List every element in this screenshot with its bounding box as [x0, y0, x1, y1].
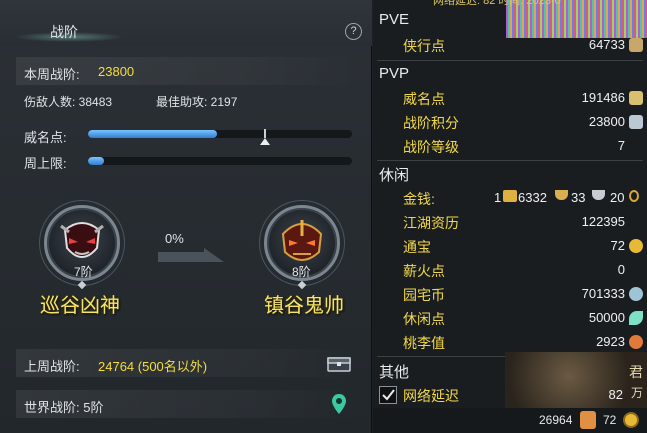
- boot-icon[interactable]: [580, 411, 596, 429]
- bottom-value-2: 72: [603, 413, 617, 427]
- leisure-row: 通宝 72: [377, 234, 645, 258]
- money-label: 金钱:: [403, 191, 435, 207]
- gold-boat-icon: [555, 190, 568, 200]
- rank-panel: 战阶 ? 本周战阶: 23800 伤敌人数: 38483 最佳助攻: 2197 …: [0, 0, 372, 433]
- background-artwork: 君 万: [505, 352, 647, 412]
- leisure-value: 122395: [581, 214, 625, 229]
- pvp-label: 战阶等级: [403, 139, 459, 155]
- prestige-limit-marker: [260, 129, 270, 145]
- pvp-row-level: 战阶等级 7: [377, 134, 645, 158]
- weekly-limit-bar-fill: [88, 157, 104, 165]
- pvp-row-points: 战阶积分 23800: [377, 110, 645, 134]
- sword-icon: [629, 38, 643, 52]
- pvp-label: 威名点: [403, 91, 445, 107]
- bottom-value-1: 26964: [539, 413, 573, 427]
- crest-icon: [629, 115, 643, 129]
- leisure-label: 江湖资历: [403, 215, 459, 231]
- divider: [377, 160, 643, 161]
- divider: [377, 60, 643, 61]
- weekly-limit-label: 周上限:: [24, 156, 67, 171]
- pve-value: 64733: [588, 37, 625, 52]
- pvp-header: PVP: [379, 65, 410, 82]
- checkmark-icon: [382, 389, 395, 401]
- prestige-bar: [88, 130, 352, 138]
- chest-icon[interactable]: [327, 355, 351, 372]
- latency-checkbox[interactable]: [379, 386, 397, 404]
- other-header: 其他: [379, 364, 410, 381]
- pvp-label: 战阶积分: [403, 115, 459, 131]
- location-pin-icon[interactable]: [332, 394, 346, 414]
- copper-coin-icon: [629, 190, 639, 202]
- swirl-coin-icon: [629, 287, 643, 301]
- leisure-value: 0: [617, 262, 625, 277]
- leisure-row: 薪火点 0: [377, 258, 645, 282]
- coin-icon: [629, 239, 643, 253]
- latency-label: 网络延迟: [403, 388, 459, 404]
- current-rank-name: 巡谷凶神: [40, 295, 120, 317]
- top-status-text: 网络延迟: 82 时间: 2023-0: [433, 0, 561, 7]
- leisure-value: 50000: [588, 310, 625, 325]
- leisure-value: 701333: [581, 286, 625, 301]
- leisure-row: 桃李值 2923: [377, 330, 645, 354]
- weekly-rank-row: 本周战阶: 23800: [16, 57, 358, 85]
- help-icon[interactable]: ?: [345, 23, 362, 40]
- best-assist-stat: 最佳助攻: 2197: [156, 95, 238, 109]
- currency-sidebar: 网络延迟: 82 时间: 2023-0 PVE 侠行点 64733 PVP 威名…: [373, 0, 647, 433]
- pve-row-xiaxing: 侠行点 64733: [377, 33, 645, 57]
- arrow-right-icon: [158, 248, 224, 262]
- bottom-status-bar: 26964 72: [373, 408, 647, 433]
- rank-progress-percent: 0%: [165, 231, 184, 246]
- ingot-count: 1: [494, 190, 502, 205]
- last-week-label: 上周战阶:: [24, 359, 80, 374]
- weekly-limit-bar: [88, 157, 352, 165]
- leisure-label: 薪火点: [403, 263, 445, 279]
- latency-value: 82: [608, 387, 623, 402]
- pvp-value: 7: [617, 138, 625, 153]
- leisure-value: 2923: [596, 334, 625, 349]
- weekly-rank-label: 本周战阶:: [24, 67, 80, 82]
- copper-amount: 20: [610, 190, 625, 205]
- gold-ingot-icon: [503, 190, 517, 202]
- next-rank-name: 镇谷鬼帅: [264, 295, 344, 317]
- leisure-label: 桃李值: [403, 335, 445, 351]
- money-row: 金钱: 1 6332 33 20: [377, 186, 645, 210]
- leisure-header: 休闲: [379, 167, 410, 184]
- pvp-row-prestige: 威名点 191486: [377, 86, 645, 110]
- gourd-icon: [629, 335, 643, 349]
- mask-icon: [629, 91, 643, 105]
- leisure-row: 休闲点 50000: [377, 306, 645, 330]
- world-rank-row: 世界战阶: 5阶: [16, 390, 358, 418]
- pve-header: PVE: [379, 11, 410, 28]
- coin-icon[interactable]: [623, 412, 639, 428]
- leisure-label: 休闲点: [403, 311, 445, 327]
- leaf-icon: [629, 311, 643, 325]
- last-week-row: 上周战阶: 24764 (500名以外): [16, 349, 358, 377]
- prestige-bar-fill: [88, 130, 218, 138]
- weekly-rank-value: 23800: [98, 64, 135, 79]
- prestige-label: 威名点:: [24, 130, 67, 145]
- silver-amount: 33: [571, 190, 586, 205]
- gold-amount: 6332: [518, 190, 547, 205]
- art-text: 君: [629, 364, 643, 380]
- pvp-value: 23800: [588, 114, 625, 129]
- next-rank-level: 8阶: [292, 265, 311, 279]
- silver-boat-icon: [592, 190, 605, 200]
- leisure-label: 园宅币: [403, 287, 445, 303]
- pvp-value: 191486: [581, 90, 625, 105]
- panel-title: 战阶: [50, 24, 78, 40]
- pve-label: 侠行点: [403, 38, 445, 54]
- current-rank-level: 7阶: [74, 265, 93, 279]
- leisure-row: 园宅币 701333: [377, 282, 645, 306]
- last-week-value: 24764 (500名以外): [98, 359, 208, 374]
- art-text: 万: [630, 386, 643, 400]
- leisure-value: 72: [610, 238, 625, 253]
- kills-stat: 伤敌人数: 38483: [24, 95, 113, 109]
- leisure-label: 通宝: [403, 239, 431, 255]
- panel-header: 战阶 ?: [0, 0, 372, 46]
- leisure-row: 江湖资历 122395: [377, 210, 645, 234]
- rank-window: 战阶 ? 本周战阶: 23800 伤敌人数: 38483 最佳助攻: 2197 …: [0, 0, 647, 433]
- world-rank-text: 世界战阶: 5阶: [24, 400, 104, 415]
